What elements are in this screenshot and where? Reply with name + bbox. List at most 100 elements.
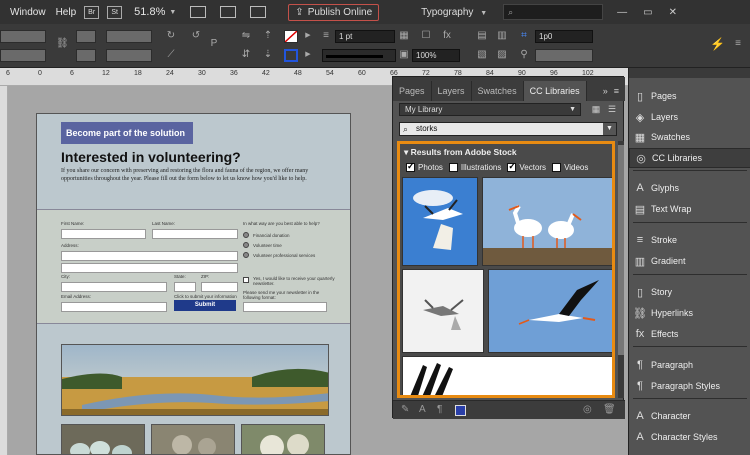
stroke-type-select[interactable] — [322, 49, 396, 62]
zip-input[interactable] — [201, 282, 238, 292]
banner-heading[interactable]: Become part of the solution — [61, 122, 193, 144]
stock-image-flying-stork[interactable] — [488, 269, 612, 353]
tab-layers[interactable]: Layers — [432, 81, 472, 101]
zoom-level[interactable]: 51.8% — [134, 6, 165, 18]
auto-fit-field[interactable] — [535, 49, 593, 62]
library-select[interactable]: My Library ▼ — [399, 103, 581, 116]
close-icon[interactable]: ✕ — [669, 7, 677, 18]
effects-icon[interactable]: ▦ — [398, 30, 410, 42]
radio-professional[interactable] — [243, 252, 249, 258]
dock-item-character[interactable]: A Character — [629, 406, 750, 426]
minimize-icon[interactable]: — — [617, 7, 627, 18]
menu-window[interactable]: Window — [10, 7, 46, 18]
text-wrap-none-icon[interactable]: ▤ — [476, 30, 488, 42]
intro-paragraph[interactable]: If you share our concern with preserving… — [61, 168, 331, 183]
dock-item-cc-libraries[interactable]: ◎ CC Libraries — [629, 148, 750, 168]
last-name-input[interactable] — [152, 229, 238, 239]
dock-item-text-wrap[interactable]: ▤ Text Wrap — [629, 199, 750, 219]
maximize-icon[interactable]: ▭ — [643, 7, 652, 18]
landscape-photo[interactable] — [61, 344, 329, 416]
stock-button[interactable]: St — [107, 5, 123, 19]
menu-help[interactable]: Help — [56, 7, 77, 18]
control-menu-icon[interactable]: ≡ — [732, 38, 744, 50]
dock-item-story[interactable]: ▯ Story — [629, 282, 750, 302]
chevron-down-icon[interactable]: ▼ — [169, 9, 176, 16]
dock-item-paragraph[interactable]: ¶ Paragraph — [629, 355, 750, 375]
stock-image-stork-vector[interactable] — [402, 269, 484, 353]
results-scrollbar[interactable] — [618, 141, 624, 398]
panel-menu-icon[interactable]: ≡ — [614, 81, 619, 101]
flip-vertical-icon[interactable]: ⇵ — [240, 49, 252, 61]
filter-photos[interactable]: Photos — [406, 161, 443, 173]
page-headline[interactable]: Interested in volunteering? — [61, 149, 241, 165]
corner-size-field[interactable]: 1p0 — [535, 30, 593, 43]
nestlings-photo[interactable] — [241, 424, 325, 454]
screen-mode-icon[interactable] — [220, 6, 237, 18]
grid-view-icon[interactable]: ▦ — [589, 103, 603, 116]
newsletter-checkbox[interactable] — [243, 277, 249, 283]
chevron-down-icon[interactable]: ▼ — [603, 123, 616, 135]
shear-icon[interactable]: ⟋ — [165, 49, 177, 61]
dock-item-effects[interactable]: fx Effects — [629, 324, 750, 344]
dock-item-stroke[interactable]: ≡ Stroke — [629, 230, 750, 250]
height-field[interactable] — [106, 49, 152, 62]
x-field[interactable] — [0, 30, 46, 43]
dock-item-paragraph-styles[interactable]: ¶ Paragraph Styles — [629, 376, 750, 396]
stock-image-wing[interactable] — [402, 356, 612, 395]
publish-online-button[interactable]: ⇪ Publish Online — [288, 3, 380, 21]
arrange-documents-icon[interactable] — [250, 6, 267, 18]
email-input[interactable] — [61, 302, 167, 312]
width-field[interactable] — [106, 30, 152, 43]
text-wrap-box-icon[interactable]: ▥ — [496, 30, 508, 42]
dock-item-pages[interactable]: ▯ Pages — [629, 86, 750, 106]
fit-frame-icon[interactable]: ▧ — [476, 49, 488, 61]
stroke-weight-field[interactable]: 1 pt — [335, 30, 395, 43]
tab-swatches[interactable]: Swatches — [472, 81, 524, 101]
panel-overflow-icon[interactable]: » — [603, 81, 608, 101]
address-line2-input[interactable] — [61, 263, 238, 273]
dock-item-hyperlinks[interactable]: ⛓ Hyperlinks — [629, 303, 750, 323]
radio-volunteer-time[interactable] — [243, 242, 249, 248]
stock-search-input[interactable]: ⌕ storks ▼ — [399, 122, 617, 136]
dock-item-swatches[interactable]: ▦ Swatches — [629, 127, 750, 147]
creative-cloud-icon[interactable]: ◎ — [583, 404, 592, 415]
width-percent-field[interactable] — [76, 30, 96, 43]
dock-item-layers[interactable]: ◈ Layers — [629, 107, 750, 127]
chicks-photo[interactable] — [151, 424, 235, 454]
constrain-proportions-icon[interactable]: ⛓ — [56, 38, 69, 50]
dock-item-gradient[interactable]: ▥ Gradient — [629, 251, 750, 271]
select-content-icon[interactable]: ⇣ — [262, 49, 274, 61]
stock-image-storks-nest[interactable] — [482, 177, 612, 266]
list-view-icon[interactable]: ☰ — [605, 103, 619, 116]
scrollbar-thumb[interactable] — [618, 145, 624, 355]
add-paragraph-style-icon[interactable]: ¶ — [437, 404, 442, 415]
first-name-input[interactable] — [61, 229, 146, 239]
radio-financial[interactable] — [243, 232, 249, 238]
auto-fit-icon[interactable]: ⚲ — [518, 49, 530, 61]
dock-grip[interactable] — [629, 68, 750, 78]
bridge-button[interactable]: Br — [84, 5, 100, 19]
results-heading[interactable]: ▾ Results from Adobe Stock — [404, 147, 517, 158]
fx-icon[interactable]: fx — [441, 30, 453, 42]
fill-swatch[interactable] — [284, 30, 298, 43]
submit-button[interactable]: Submit — [174, 300, 236, 311]
city-input[interactable] — [61, 282, 167, 292]
help-search-input[interactable]: ⌕ — [503, 4, 604, 20]
document-page[interactable]: Become part of the solution Interested i… — [36, 113, 351, 455]
workspace-switcher[interactable]: Typography ▼ — [421, 7, 487, 18]
reference-point-icon[interactable]: P — [208, 38, 220, 50]
filter-vectors[interactable]: Vectors — [507, 161, 546, 173]
filter-videos[interactable]: Videos — [552, 163, 588, 173]
rotate-icon[interactable]: ↻ — [165, 30, 177, 42]
add-character-style-icon[interactable]: A — [419, 404, 426, 415]
opacity-field[interactable]: 100% — [412, 49, 460, 62]
stroke-dropdown-icon[interactable]: ▶ — [302, 49, 314, 61]
select-container-icon[interactable]: ⇡ — [262, 30, 274, 42]
view-options-icon[interactable] — [190, 6, 207, 18]
y-field[interactable] — [0, 49, 46, 62]
add-graphic-icon[interactable]: ✎ — [401, 404, 409, 415]
stroke-swatch[interactable] — [284, 49, 298, 62]
rotate-ccw-icon[interactable]: ↺ — [190, 30, 202, 42]
state-input[interactable] — [174, 282, 196, 292]
tab-pages[interactable]: Pages — [393, 81, 432, 101]
